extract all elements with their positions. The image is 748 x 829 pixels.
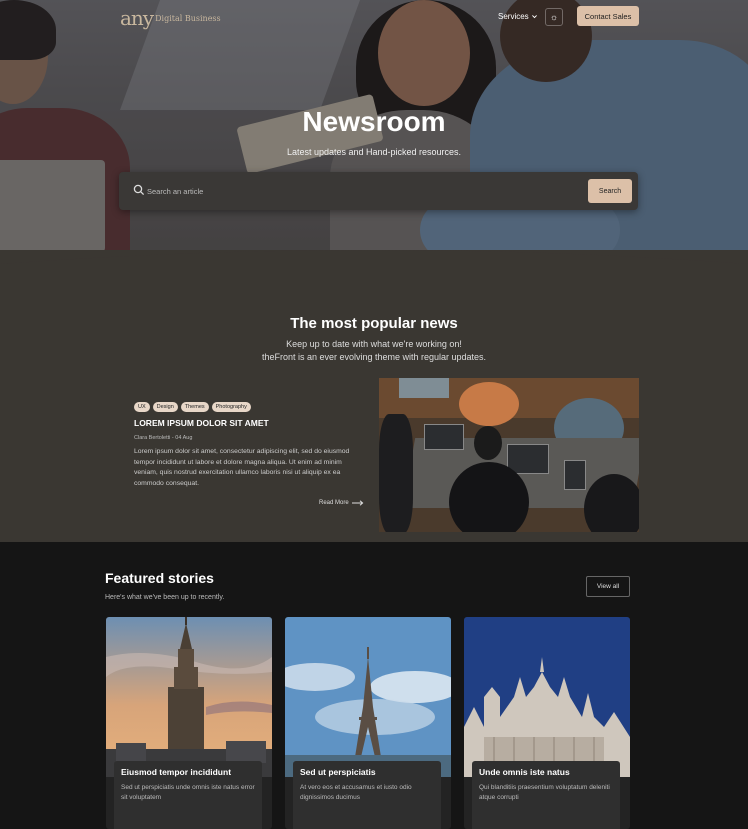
tag-list: UX Design Themes Photography — [134, 402, 251, 412]
theme-toggle-button[interactable]: ☼ — [545, 8, 563, 26]
story-text: Sed ut perspiciatis unde omnis iste natu… — [121, 784, 255, 801]
tag[interactable]: Photography — [211, 402, 251, 412]
tag[interactable]: Design — [152, 402, 178, 412]
view-all-button[interactable]: View all — [586, 576, 630, 597]
search-icon — [133, 184, 145, 196]
story-title: Eiusmod tempor incididunt — [121, 767, 232, 777]
search-bar: Search — [119, 172, 638, 210]
story-text: Qui blanditiis praesentium voluptatum de… — [479, 784, 610, 801]
page-title: Newsroom — [302, 106, 446, 137]
search-button[interactable]: Search — [588, 179, 632, 203]
news-meta: Clara Bertoletti - 04 Aug — [134, 435, 193, 441]
arrow-right-icon — [351, 500, 364, 506]
news-title: LOREM IPSUM DOLOR SIT AMET — [134, 418, 269, 428]
read-more-link[interactable]: Read More — [319, 500, 364, 506]
popular-title: The most popular news — [290, 315, 458, 332]
story-card[interactable]: Eiusmod tempor incididunt Sed ut perspic… — [106, 617, 272, 829]
sun-icon: ☼ — [549, 12, 559, 22]
tag[interactable]: Themes — [180, 402, 209, 412]
story-image — [285, 617, 451, 777]
story-image — [464, 617, 630, 777]
nav-services-label: Services — [498, 12, 529, 21]
story-text: At vero eos et accusamus et iusto odio d… — [300, 784, 412, 801]
story-content: Eiusmod tempor incididunt Sed ut perspic… — [114, 761, 262, 829]
news-image — [379, 378, 639, 532]
chevron-down-icon — [531, 15, 537, 19]
story-card[interactable]: Unde omnis iste natus Qui blanditiis pra… — [464, 617, 630, 829]
brand-logo[interactable]: any Digital Business — [120, 6, 221, 30]
story-title: Unde omnis iste natus — [479, 767, 570, 777]
nav-services-menu[interactable]: Services — [498, 12, 538, 21]
contact-sales-button[interactable]: Contact Sales — [577, 6, 639, 26]
tag[interactable]: UX — [134, 402, 150, 412]
popular-news-card: UX Design Themes Photography LOREM IPSUM… — [119, 378, 379, 532]
read-more-label: Read More — [319, 500, 349, 506]
story-content: Sed ut perspiciatis At vero eos et accus… — [293, 761, 441, 829]
story-content: Unde omnis iste natus Qui blanditiis pra… — [472, 761, 620, 829]
featured-subtitle: Here's what we've been up to recently. — [105, 594, 225, 601]
popular-subtitle: theFront is an ever evolving theme with … — [261, 352, 487, 362]
news-body: Lorem ipsum dolor sit amet, consectetur … — [134, 448, 350, 487]
story-title: Sed ut perspiciatis — [300, 767, 376, 777]
story-card[interactable]: Sed ut perspiciatis At vero eos et accus… — [285, 617, 451, 829]
featured-title: Featured stories — [105, 570, 214, 586]
story-image — [106, 617, 272, 777]
popular-subtitle: Keep up to date with what we're working … — [286, 339, 462, 349]
hero-subtitle: Latest updates and Hand-picked resources… — [286, 147, 462, 157]
search-input[interactable] — [147, 182, 567, 200]
